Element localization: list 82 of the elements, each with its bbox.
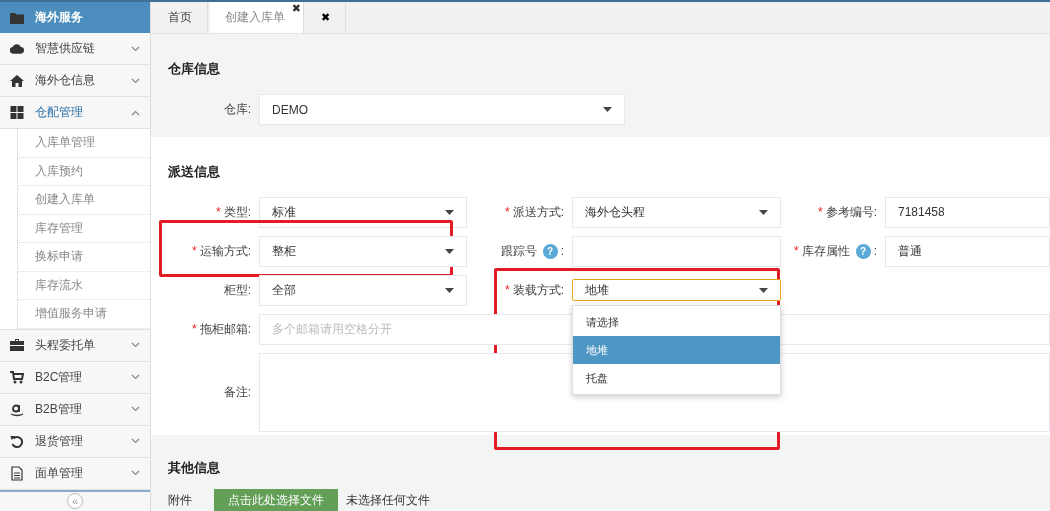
select-value: DEMO: [272, 102, 309, 117]
select-value: 地堆: [585, 281, 610, 299]
submenu-item[interactable]: 增值服务申请: [17, 300, 150, 329]
required-asterisk: *: [216, 205, 221, 220]
chevron-icon: [131, 438, 140, 444]
required-asterisk: *: [794, 244, 799, 259]
chevron-icon: [131, 342, 140, 348]
file-status-text: 未选择任何文件: [346, 491, 430, 509]
required-asterisk: *: [505, 205, 510, 220]
dropdown-select[interactable]: 整柜: [259, 235, 467, 267]
caret-icon: [445, 248, 454, 254]
field-label: 运输方式:: [199, 242, 251, 260]
select-value: 整柜: [272, 242, 297, 260]
field-label: 参考编号:: [825, 203, 877, 221]
text-field[interactable]: 普通: [885, 235, 1050, 267]
field-label: 附件: [168, 491, 192, 509]
close-icon[interactable]: ✖: [291, 2, 301, 15]
field-label: 类型:: [223, 203, 251, 221]
dropdown-select[interactable]: DEMO: [259, 94, 625, 125]
required-asterisk: *: [192, 244, 197, 259]
field-label: 拖柜邮箱:: [199, 320, 251, 338]
document-icon: [10, 465, 24, 481]
section-title: 仓库信息: [168, 60, 221, 78]
select-value: 标准: [272, 203, 297, 221]
section-title: 其他信息: [168, 459, 221, 477]
colon-text: :: [560, 244, 564, 259]
caret-icon: [759, 209, 768, 215]
help-icon: ?: [542, 243, 558, 259]
cloud-icon: [10, 43, 24, 54]
tab[interactable]: 创建入库单 ✖: [210, 2, 304, 33]
field-label: 柜型:: [223, 281, 251, 299]
required-asterisk: *: [818, 205, 823, 220]
colon-text: :: [873, 244, 877, 259]
dropdown-select[interactable]: 全部: [259, 274, 467, 306]
submenu-item[interactable]: 入库单管理: [17, 129, 150, 158]
caret-icon: [445, 287, 454, 293]
sidebar-item[interactable]: 头程委托单: [0, 329, 150, 362]
chevron-icon: [131, 406, 140, 412]
field-label: 装载方式:: [512, 281, 564, 299]
chevron-icon: [131, 374, 140, 380]
folder-icon: [10, 11, 24, 24]
field-label: 库存属性: [801, 242, 850, 260]
field-label: 备注:: [223, 383, 251, 401]
field-label: 仓库:: [223, 101, 251, 118]
sidebar-item[interactable]: B2C管理: [0, 361, 150, 394]
undo-icon: [10, 434, 24, 448]
dropdown-option[interactable]: 托盘: [573, 364, 780, 393]
submenu-item[interactable]: 入库预约: [17, 157, 150, 186]
chevron-icon: [131, 77, 140, 84]
select-value: 全部: [272, 281, 297, 299]
submenu-item[interactable]: 换标申请: [17, 243, 150, 272]
cart-icon: [10, 370, 24, 384]
select-value: 海外仓头程: [585, 203, 646, 221]
help-icon: ?: [855, 243, 871, 259]
sidebar-item[interactable]: 海外仓信息: [0, 65, 150, 97]
grid-icon: [10, 106, 24, 119]
text-field[interactable]: 7181458: [885, 196, 1050, 228]
sidebar-item[interactable]: 退货管理: [0, 425, 150, 458]
submenu-item[interactable]: 库存管理: [17, 214, 150, 243]
chevron-icon: [131, 45, 140, 52]
section-title: 派送信息: [168, 162, 221, 181]
required-asterisk: *: [505, 283, 510, 298]
chevron-icon: [131, 470, 140, 476]
sidebar-item[interactable]: 面单管理: [0, 457, 150, 490]
dropdown-select[interactable]: 地堆: [572, 279, 781, 302]
caret-icon: [445, 209, 454, 215]
dropdown-select[interactable]: 海外仓头程: [572, 196, 781, 228]
caret-icon: [759, 287, 768, 293]
briefcase-icon: [10, 339, 24, 351]
dropdown-option[interactable]: 请选择: [573, 308, 780, 337]
submenu-item[interactable]: 库存流水: [17, 271, 150, 300]
sidebar-item[interactable]: B2B管理: [0, 393, 150, 426]
caret-icon: [603, 107, 612, 112]
field-label: 派送方式:: [512, 203, 564, 221]
submenu-item[interactable]: 创建入库单: [17, 186, 150, 215]
chevron-icon: [131, 109, 140, 116]
required-asterisk: *: [192, 322, 197, 337]
field-label: 跟踪号: [500, 242, 537, 260]
sidebar-header[interactable]: 海外服务: [0, 2, 150, 33]
house-icon: [10, 74, 24, 87]
text-field[interactable]: [572, 235, 781, 267]
sidebar-item[interactable]: 智慧供应链: [0, 33, 150, 65]
